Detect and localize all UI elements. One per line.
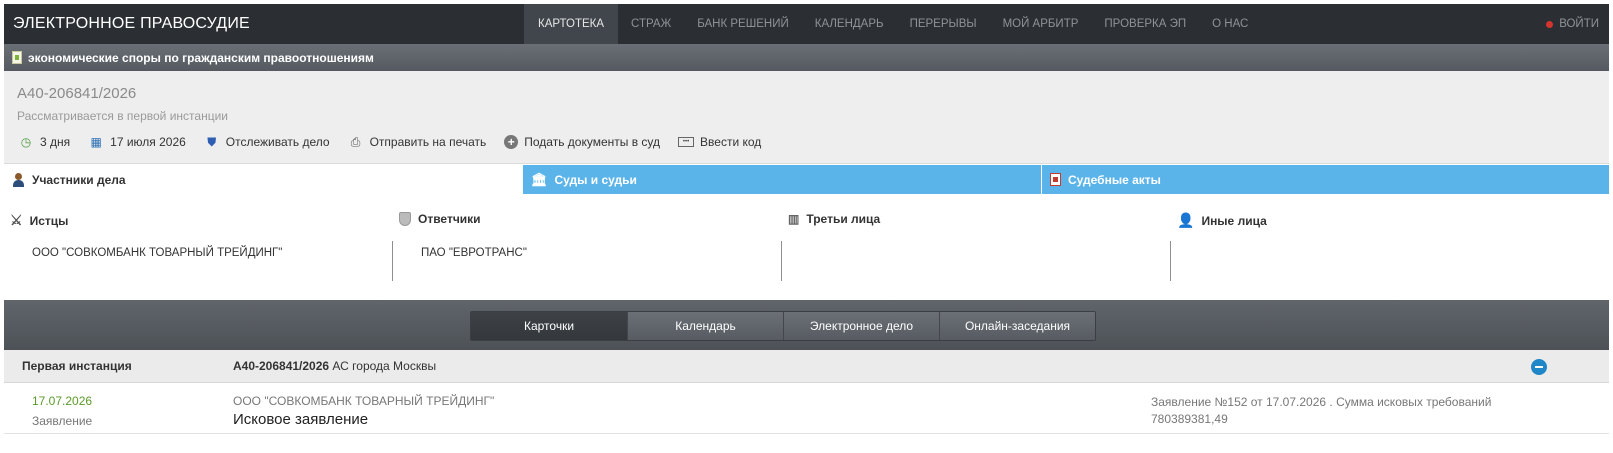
defendants-label: Ответчики <box>418 212 481 226</box>
tab-courts-judges-label: Суды и судьи <box>554 172 637 187</box>
nav-item-check-signature[interactable]: ПРОВЕРКА ЭП <box>1091 4 1199 44</box>
days-counter: ◷ 3 дня <box>18 134 70 150</box>
case-subnav: Карточки Календарь Электронное дело Онла… <box>4 300 1609 350</box>
crossed-swords-icon: ⚔ <box>10 212 23 228</box>
document-icon <box>12 51 22 64</box>
nav-item-my-arbitr[interactable]: МОЙ АРБИТР <box>990 4 1092 44</box>
track-case-label: Отслеживать дело <box>225 135 330 149</box>
instance-case: А40-206841/2026 АС города Москвы <box>233 359 436 373</box>
submit-documents-button[interactable]: + Подать документы в суд <box>504 135 660 149</box>
next-date-label: 17 июля 2026 <box>110 135 186 149</box>
main-nav: КАРТОТЕКА СТРАЖ БАНК РЕШЕНИЙ КАЛЕНДАРЬ П… <box>524 4 1261 44</box>
other-parties-header: 👤 Иные лица <box>1177 212 1267 229</box>
plaintiffs-header: ⚔ Истцы <box>10 212 68 229</box>
plus-circle-icon: + <box>504 135 519 149</box>
tab-court-acts[interactable]: Судебные акты <box>1041 165 1609 194</box>
shield-icon: ⛊ <box>207 135 217 149</box>
factory-icon: ▥ <box>788 212 800 226</box>
event-date: 17.07.2026 <box>32 394 93 408</box>
next-date[interactable]: ▦ 17 июля 2026 <box>88 134 186 150</box>
tab-electronic-case[interactable]: Электронное дело <box>783 312 939 340</box>
person-icon <box>12 172 25 187</box>
tab-cards[interactable]: Карточки <box>471 312 627 340</box>
event-party: ООО "СОВКОМБАНК ТОВАРНЫЙ ТРЕЙДИНГ" <box>233 394 495 408</box>
case-tabs: Участники дела 🏛 Суды и судьи Судебные а… <box>4 165 1609 194</box>
nav-item-bank-resheniy[interactable]: БАНК РЕШЕНИЙ <box>684 4 802 44</box>
list-item: 17.07.2026 Заявление ООО "СОВКОМБАНК ТОВ… <box>4 384 1609 434</box>
tab-court-acts-label: Судебные акты <box>1068 172 1161 187</box>
tab-online-hearings[interactable]: Онлайн-заседания <box>939 312 1095 340</box>
plaintiffs-label: Истцы <box>29 213 69 228</box>
tab-participants[interactable]: Участники дела <box>4 165 522 194</box>
case-number: А40-206841/2026 <box>17 85 137 102</box>
calendar-icon: ▦ <box>90 135 102 149</box>
other-parties-label: Иные лица <box>1201 213 1267 228</box>
event-note: Заявление №152 от 17.07.2026 . Сумма иск… <box>1151 395 1492 426</box>
status-dot-icon <box>1546 20 1554 28</box>
pdf-icon <box>1050 173 1061 186</box>
shield-icon <box>399 212 411 226</box>
submit-documents-label: Подать документы в суд <box>524 135 661 149</box>
login-label: ВОЙТИ <box>1559 18 1599 30</box>
case-status: Рассматривается в первой инстанции <box>17 109 228 123</box>
defendants-column: Ответчики ПАО "ЕВРОТРАНС" <box>393 196 782 298</box>
top-navigation-bar: ЭЛЕКТРОННОЕ ПРАВОСУДИЕ КАРТОТЕКА СТРАЖ Б… <box>4 4 1609 44</box>
nav-item-kartoteka[interactable]: КАРТОТЕКА <box>524 4 619 44</box>
nav-item-calendar[interactable]: КАЛЕНДАРЬ <box>802 4 897 44</box>
days-label: 3 дня <box>40 135 71 149</box>
track-case-button[interactable]: ⛊ Отслеживать дело <box>204 134 330 150</box>
instance-row: Первая инстанция А40-206841/2026 АС горо… <box>4 350 1609 383</box>
case-actions: ◷ 3 дня ▦ 17 июля 2026 ⛊ Отслеживать дел… <box>18 134 779 150</box>
tab-participants-label: Участники дела <box>32 172 126 187</box>
enter-code-label: Ввести код <box>700 135 762 149</box>
participants-panel: ⚔ Истцы ООО "СОВКОМБАНК ТОВАРНЫЙ ТРЕЙДИН… <box>4 196 1609 298</box>
third-parties-header: ▥ Третьи лица <box>788 212 880 226</box>
case-category: экономические споры по гражданским право… <box>28 50 374 65</box>
instance-case-number: А40-206841/2026 <box>233 359 330 373</box>
third-parties-column: ▥ Третьи лица <box>782 196 1171 298</box>
third-parties-label: Третьи лица <box>806 212 881 226</box>
nav-item-breaks[interactable]: ПЕРЕРЫВЫ <box>897 4 990 44</box>
view-switcher: Карточки Календарь Электронное дело Онла… <box>470 311 1096 341</box>
case-category-bar: экономические споры по гражданским право… <box>4 44 1609 71</box>
event-title[interactable]: Исковое заявление <box>233 411 368 428</box>
login-link[interactable]: ВОЙТИ <box>1546 18 1609 30</box>
case-header: А40-206841/2026 Рассматривается в первой… <box>4 71 1609 164</box>
clock-icon: ◷ <box>20 135 32 149</box>
keyboard-icon: ••• <box>678 137 695 147</box>
nav-item-strazh[interactable]: СТРАЖ <box>618 4 684 44</box>
tab-courts-judges[interactable]: 🏛 Суды и судьи <box>522 165 1041 194</box>
plaintiffs-column: ⚔ Истцы ООО "СОВКОМБАНК ТОВАРНЫЙ ТРЕЙДИН… <box>4 196 393 298</box>
person-icon: 👤 <box>1177 212 1195 228</box>
defendant-name[interactable]: ПАО "ЕВРОТРАНС" <box>421 247 527 259</box>
plaintiff-name[interactable]: ООО "СОВКОМБАНК ТОВАРНЫЙ ТРЕЙДИНГ" <box>32 247 282 259</box>
event-type: Заявление <box>32 414 93 428</box>
tab-calendar[interactable]: Календарь <box>627 312 783 340</box>
printer-icon: ⎙ <box>350 135 361 149</box>
site-brand[interactable]: ЭЛЕКТРОННОЕ ПРАВОСУДИЕ <box>4 15 524 33</box>
print-label: Отправить на печать <box>369 135 487 149</box>
courthouse-icon: 🏛 <box>531 171 548 187</box>
instance-label: Первая инстанция <box>22 359 132 373</box>
collapse-icon[interactable] <box>1531 359 1547 375</box>
enter-code-button[interactable]: ••• Ввести код <box>678 135 761 149</box>
nav-item-about[interactable]: О НАС <box>1199 4 1261 44</box>
other-parties-column: 👤 Иные лица <box>1171 196 1609 298</box>
print-button[interactable]: ⎙ Отправить на печать <box>348 134 487 150</box>
defendants-header: Ответчики <box>399 212 481 226</box>
instance-court: АС города Москвы <box>329 359 437 373</box>
